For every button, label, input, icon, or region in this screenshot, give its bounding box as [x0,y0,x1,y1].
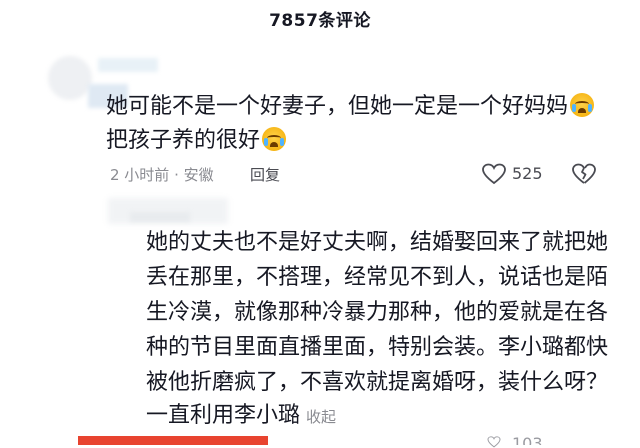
comment-2-line: 一直利用李小璐 收起 [146,399,626,434]
highlight-bar [78,436,268,445]
comment-2-line-6: 一直利用李小璐 [146,403,301,428]
comment-2-line-4: 种的节目里面直播里面，特别会装。李小璐都快 [146,335,609,360]
heart-outline-icon[interactable] [482,163,506,185]
like-count: 525 [512,164,543,183]
comment-2-line-5: 被他折磨疯了，不喜欢就提离婚呀，装什么呀？ [146,370,609,395]
comment-2-line: 种的节目里面直播里面，特别会装。李小璐都快 [146,331,626,365]
blurred-reply-meta [130,212,190,222]
reply-button[interactable]: 回复 [250,164,280,185]
loudly-crying-face-icon [570,93,595,117]
collapse-button[interactable]: 收起 [306,408,336,426]
comment-2-line: 她的丈夫也不是好丈夫啊，结婚娶回来了就把她 [146,226,626,260]
comment-2-line-3: 生冷漠，就像那种冷暴力那种，他的爱就是在各 [146,300,609,325]
comment-1-text-line-1: 她可能不是一个好妻子，但她一定是一个好妈妈 [106,90,626,124]
like-count-partial: 103 [512,434,543,445]
heart-outline-icon[interactable] [482,436,506,448]
comments-count-title: 7857条评论 [269,11,371,31]
loudly-crying-face-icon [262,127,287,151]
comment-1-line-2-text: 把孩子养的很好 [106,128,261,153]
comment-1-text-line-2: 把孩子养的很好 [106,124,626,158]
comment-1-line-1-text: 她可能不是一个好妻子，但她一定是一个好妈妈 [106,94,569,119]
comment-2-line: 被他折磨疯了，不喜欢就提离婚呀，装什么呀？ [146,366,626,400]
broken-heart-icon[interactable] [572,163,596,185]
comment-2-line: 丢在那里，不搭理，经常见不到人，说话也是陌 [146,261,626,295]
comment-2-line-1: 她的丈夫也不是好丈夫啊，结婚娶回来了就把她 [146,230,609,255]
comment-1-time-location: 2 小时前 · 安徽 [110,166,214,184]
blurred-avatar[interactable] [48,56,92,100]
blurred-username [98,58,158,72]
comment-2-line-2: 丢在那里，不搭理，经常见不到人，说话也是陌 [146,265,609,290]
comment-2-line: 生冷漠，就像那种冷暴力那种，他的爱就是在各 [146,296,626,330]
